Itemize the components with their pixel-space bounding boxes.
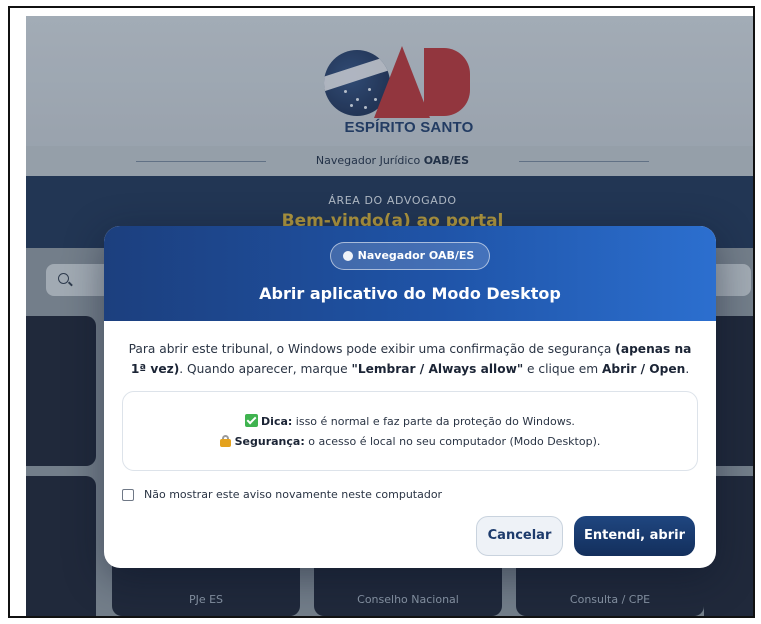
cancel-button[interactable]: Cancelar [476, 516, 563, 556]
tip-label: Dica: [261, 415, 293, 428]
desktop-mode-dialog: Navegador OAB/ES Abrir aplicativo do Mod… [104, 226, 716, 568]
security-label: Segurança: [234, 435, 305, 448]
info-box: Dica: isso é normal e faz parte da prote… [122, 391, 698, 471]
dialog-description: Para abrir este tribunal, o Windows pode… [128, 342, 692, 376]
dont-show-again-label: Não mostrar este aviso novamente neste c… [144, 488, 443, 501]
dont-show-again-option[interactable]: Não mostrar este aviso novamente neste c… [122, 488, 442, 501]
dialog-title: Abrir aplicativo do Modo Desktop [259, 284, 561, 303]
dialog-header: Navegador OAB/ES Abrir aplicativo do Mod… [104, 226, 716, 321]
navigator-badge: Navegador OAB/ES [330, 242, 490, 270]
window-frame: ESPÍRITO SANTO Navegador Jurídico OAB/ES… [8, 6, 755, 618]
security-line: Segurança: o acesso é local no seu compu… [123, 432, 697, 452]
confirm-open-button[interactable]: Entendi, abrir [574, 516, 695, 556]
tip-line: Dica: isso é normal e faz parte da prote… [123, 412, 697, 432]
dialog-body: Para abrir este tribunal, o Windows pode… [104, 321, 716, 471]
security-text: o acesso é local no seu computador (Modo… [304, 435, 601, 448]
status-dot-icon [343, 251, 353, 261]
tip-text: isso é normal e faz parte da proteção do… [292, 415, 575, 428]
lock-icon [219, 435, 231, 447]
dont-show-again-checkbox[interactable] [122, 488, 134, 501]
app-stage: ESPÍRITO SANTO Navegador Jurídico OAB/ES… [26, 16, 753, 616]
navigator-badge-label: Navegador OAB/ES [357, 249, 475, 262]
check-icon [245, 414, 259, 427]
